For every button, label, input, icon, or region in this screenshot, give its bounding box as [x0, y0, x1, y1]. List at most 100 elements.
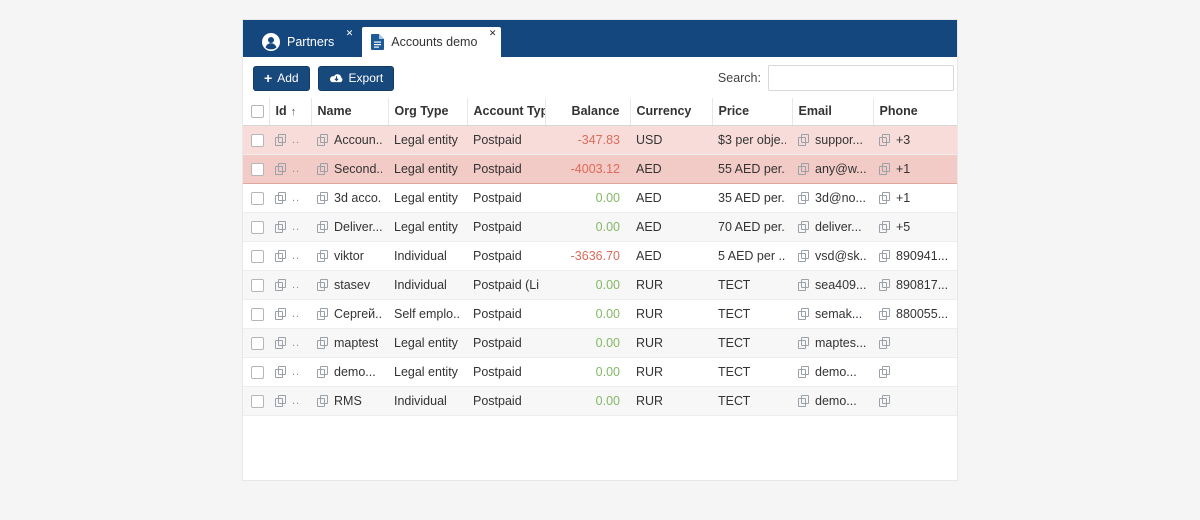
accounts-panel: Partners ✕ Accounts demo ✕ + Add	[243, 20, 957, 480]
column-header-name[interactable]: Name	[311, 98, 388, 125]
table-row[interactable]: ..Second...Legal entityPostpaid-4003.12A…	[243, 154, 957, 183]
copy-icon[interactable]	[317, 308, 328, 320]
search-input[interactable]	[768, 65, 954, 91]
copy-icon[interactable]	[275, 279, 286, 291]
column-header-phone[interactable]: Phone	[873, 98, 957, 125]
row-checkbox[interactable]	[251, 337, 264, 350]
copy-icon[interactable]	[798, 221, 809, 233]
row-checkbox[interactable]	[251, 163, 264, 176]
copy-icon[interactable]	[275, 395, 286, 407]
copy-icon[interactable]	[275, 192, 286, 204]
copy-icon[interactable]	[798, 250, 809, 262]
add-button[interactable]: + Add	[253, 66, 310, 91]
copy-icon[interactable]	[275, 337, 286, 349]
copy-icon[interactable]	[317, 279, 328, 291]
copy-icon[interactable]	[275, 221, 286, 233]
checkbox-cell	[243, 386, 269, 415]
account-type-cell: Postpaid	[467, 299, 545, 328]
copy-icon[interactable]	[798, 163, 809, 175]
cell-text: Postpaid	[473, 220, 522, 234]
copy-icon[interactable]	[798, 337, 809, 349]
copy-icon[interactable]	[879, 395, 890, 407]
table-row[interactable]: ..Сергей...Self emplo...Postpaid0.00RURТ…	[243, 299, 957, 328]
cell-text: 35 AED per...	[718, 191, 786, 205]
copy-icon[interactable]	[879, 337, 890, 349]
copy-icon[interactable]	[317, 395, 328, 407]
cell-text: Postpaid (Lig...	[473, 278, 539, 292]
copy-icon[interactable]	[275, 250, 286, 262]
copy-icon[interactable]	[317, 366, 328, 378]
copy-icon[interactable]	[879, 250, 890, 262]
price-cell: ТЕСТ	[712, 328, 792, 357]
cloud-download-icon	[329, 73, 344, 84]
cell-text: RUR	[636, 336, 663, 350]
row-checkbox[interactable]	[251, 366, 264, 379]
table-row[interactable]: ..stasevIndividualPostpaid (Lig...0.00RU…	[243, 270, 957, 299]
cell-text: Postpaid	[473, 336, 522, 350]
select-all-checkbox[interactable]	[251, 105, 264, 118]
column-header-org-type[interactable]: Org Type	[388, 98, 467, 125]
copy-icon[interactable]	[275, 366, 286, 378]
copy-icon[interactable]	[879, 279, 890, 291]
row-checkbox[interactable]	[251, 395, 264, 408]
copy-icon[interactable]	[275, 308, 286, 320]
column-header-id[interactable]: Id↑	[269, 98, 311, 125]
email-cell: deliver...	[792, 212, 873, 241]
cell-text: ..	[292, 250, 300, 262]
cell-text: Postpaid	[473, 394, 522, 408]
phone-cell: 890817...	[873, 270, 957, 299]
copy-icon[interactable]	[798, 395, 809, 407]
copy-icon[interactable]	[879, 163, 890, 175]
copy-icon[interactable]	[879, 308, 890, 320]
balance-cell: -347.83	[545, 125, 630, 154]
copy-icon[interactable]	[798, 192, 809, 204]
copy-icon[interactable]	[275, 134, 286, 146]
row-checkbox[interactable]	[251, 279, 264, 292]
copy-icon[interactable]	[275, 163, 286, 175]
row-checkbox[interactable]	[251, 192, 264, 205]
row-checkbox[interactable]	[251, 308, 264, 321]
add-button-label: Add	[277, 71, 298, 85]
export-button[interactable]: Export	[318, 66, 395, 91]
copy-icon[interactable]	[798, 279, 809, 291]
copy-icon[interactable]	[317, 163, 328, 175]
table-row[interactable]: ..maptestLegal entityPostpaid0.00RURТЕСТ…	[243, 328, 957, 357]
copy-icon[interactable]	[317, 337, 328, 349]
table-row[interactable]: ..demo...Legal entityPostpaid0.00RURТЕСТ…	[243, 357, 957, 386]
column-header-price[interactable]: Price	[712, 98, 792, 125]
copy-icon[interactable]	[879, 221, 890, 233]
close-icon[interactable]: ✕	[489, 29, 497, 38]
cell-text: 0.00	[596, 278, 620, 292]
table-row[interactable]: ..3d acco...Legal entityPostpaid0.00AED3…	[243, 183, 957, 212]
copy-icon[interactable]	[798, 308, 809, 320]
copy-icon[interactable]	[879, 366, 890, 378]
price-cell: 35 AED per...	[712, 183, 792, 212]
table-row[interactable]: ..RMSIndividualPostpaid0.00RURТЕСТdemo..…	[243, 386, 957, 415]
copy-icon[interactable]	[798, 366, 809, 378]
copy-icon[interactable]	[317, 134, 328, 146]
tab-accounts-demo[interactable]: Accounts demo ✕	[362, 27, 501, 57]
price-cell: ТЕСТ	[712, 386, 792, 415]
cell-text: USD	[636, 133, 662, 147]
row-checkbox[interactable]	[251, 250, 264, 263]
table-row[interactable]: ..viktorIndividualPostpaid-3636.70AED5 A…	[243, 241, 957, 270]
copy-icon[interactable]	[317, 250, 328, 262]
table-row[interactable]: ..Deliver...Legal entityPostpaid0.00AED7…	[243, 212, 957, 241]
copy-icon[interactable]	[798, 134, 809, 146]
close-icon[interactable]: ✕	[346, 29, 354, 38]
currency-cell: RUR	[630, 270, 712, 299]
copy-icon[interactable]	[879, 192, 890, 204]
column-header-email[interactable]: Email	[792, 98, 873, 125]
row-checkbox[interactable]	[251, 221, 264, 234]
copy-icon[interactable]	[317, 221, 328, 233]
table-row[interactable]: ..Accoun...Legal entityPostpaid-347.83US…	[243, 125, 957, 154]
column-header-account-type[interactable]: Account Type	[467, 98, 545, 125]
column-header-balance[interactable]: Balance	[545, 98, 630, 125]
copy-icon[interactable]	[879, 134, 890, 146]
copy-icon[interactable]	[317, 192, 328, 204]
tab-partners[interactable]: Partners ✕	[253, 27, 358, 57]
account-type-cell: Postpaid (Lig...	[467, 270, 545, 299]
row-checkbox[interactable]	[251, 134, 264, 147]
column-header-currency[interactable]: Currency	[630, 98, 712, 125]
cell-text: Legal entity	[394, 336, 458, 350]
